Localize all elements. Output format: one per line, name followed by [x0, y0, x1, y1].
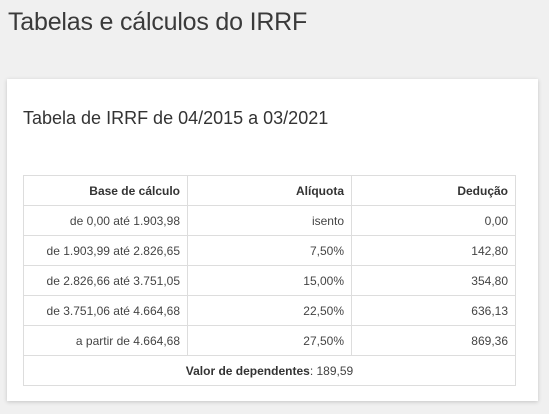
table-header-row: Base de cálculo Alíquota Dedução: [23, 175, 516, 206]
dependentes-value: 189,59: [316, 363, 354, 378]
header-aliquota: Alíquota: [187, 175, 352, 206]
table-row: de 3.751,06 até 4.664,68 22,50% 636,13: [23, 295, 516, 326]
cell-base: de 3.751,06 até 4.664,68: [23, 295, 188, 326]
cell-deducao: 0,00: [351, 205, 516, 236]
irrf-table-card: Tabela de IRRF de 04/2015 a 03/2021 Base…: [7, 79, 538, 401]
header-base-calculo: Base de cálculo: [23, 175, 188, 206]
dependentes-cell: Valor de dependentes: 189,59: [23, 355, 516, 386]
cell-aliquota: 15,00%: [187, 265, 352, 296]
cell-aliquota: 27,50%: [187, 325, 352, 356]
cell-base: de 0,00 até 1.903,98: [23, 205, 188, 236]
table-row: de 1.903,99 até 2.826,65 7,50% 142,80: [23, 235, 516, 266]
header-deducao: Dedução: [351, 175, 516, 206]
cell-deducao: 636,13: [351, 295, 516, 326]
page-title: Tabelas e cálculos do IRRF: [8, 8, 308, 36]
cell-aliquota: 22,50%: [187, 295, 352, 326]
table-row: de 2.826,66 até 3.751,05 15,00% 354,80: [23, 265, 516, 296]
cell-aliquota: isento: [187, 205, 352, 236]
cell-base: de 1.903,99 até 2.826,65: [23, 235, 188, 266]
dependentes-separator: :: [309, 363, 317, 378]
card-title: Tabela de IRRF de 04/2015 a 03/2021: [23, 108, 329, 128]
cell-deducao: 354,80: [351, 265, 516, 296]
table-row: a partir de 4.664,68 27,50% 869,36: [23, 325, 516, 356]
cell-aliquota: 7,50%: [187, 235, 352, 266]
table-row: de 0,00 até 1.903,98 isento 0,00: [23, 205, 516, 236]
irrf-table: Base de cálculo Alíquota Dedução de 0,00…: [23, 175, 516, 386]
cell-base: a partir de 4.664,68: [23, 325, 188, 356]
cell-base: de 2.826,66 até 3.751,05: [23, 265, 188, 296]
cell-deducao: 869,36: [351, 325, 516, 356]
cell-deducao: 142,80: [351, 235, 516, 266]
dependentes-label: Valor de dependentes: [185, 363, 310, 378]
table-footer-row: Valor de dependentes: 189,59: [23, 355, 516, 386]
